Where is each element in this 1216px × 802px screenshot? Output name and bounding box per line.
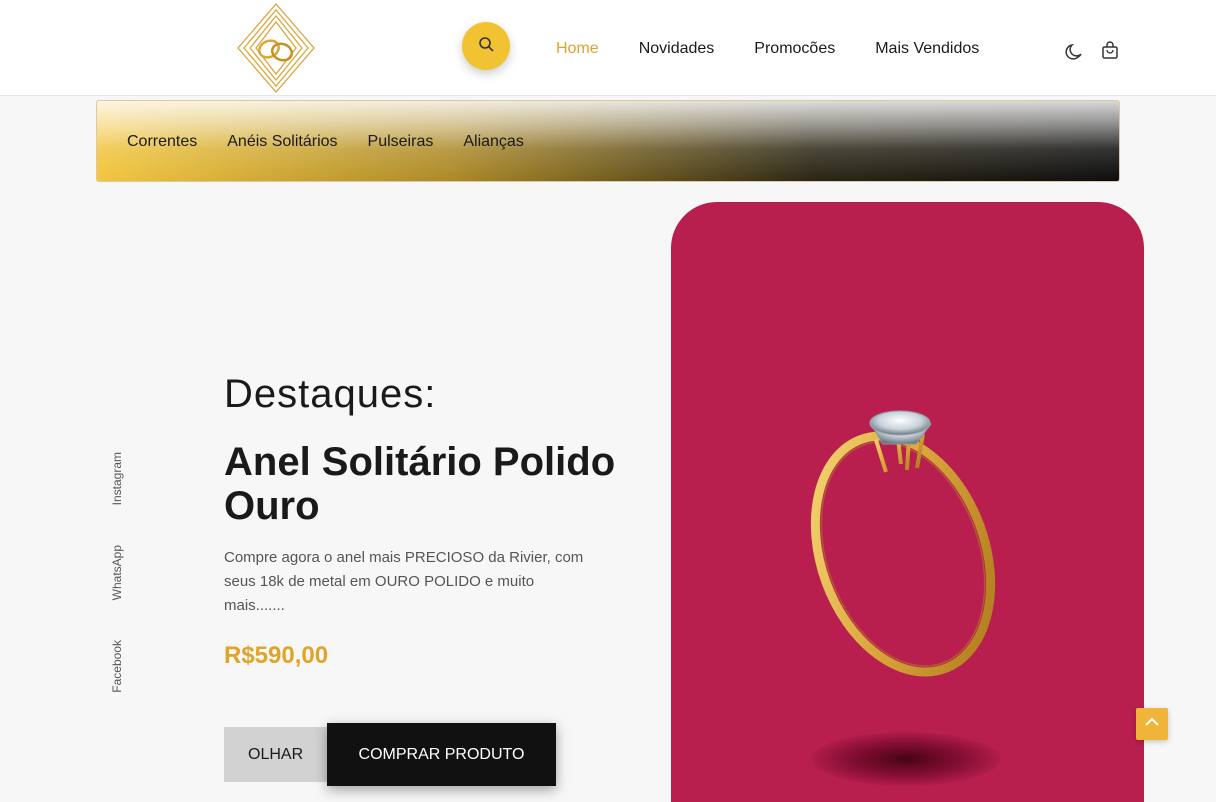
view-button[interactable]: OLHAR [224,727,344,782]
section-title: Destaques: [224,372,437,416]
cart-button[interactable] [1098,40,1122,64]
social-link-whatsapp[interactable]: WhatsApp [110,545,136,600]
site-header: Home Novidades Promocões Mais Vendidos [0,0,1216,96]
nav-home[interactable]: Home [556,40,599,58]
product-title: Anel Solitário Polido Ouro [224,440,616,528]
ring-image [810,410,996,677]
scroll-to-top-button[interactable] [1136,708,1168,740]
social-link-instagram[interactable]: Instagram [110,452,136,505]
search-button[interactable] [462,22,510,70]
category-bar: Correntes Anéis Solitários Pulseiras Ali… [96,100,1120,182]
chevron-up-icon [1144,714,1160,735]
dark-mode-toggle[interactable] [1062,42,1086,66]
product-description: Compre agora o anel mais PRECIOSO da Riv… [224,549,584,614]
search-icon [478,36,494,57]
nav-novidades[interactable]: Novidades [639,40,715,58]
category-aneis-solitarios[interactable]: Anéis Solitários [227,133,337,151]
category-aliancas[interactable]: Alianças [463,133,523,151]
nav-mais-vendidos[interactable]: Mais Vendidos [875,40,979,58]
moon-icon [1064,42,1084,67]
ring-shadow [811,732,1001,786]
social-link-facebook[interactable]: Facebook [110,640,136,693]
product-hero-card [671,202,1144,802]
main-nav: Home Novidades Promocões Mais Vendidos [556,40,979,58]
category-correntes[interactable]: Correntes [127,133,197,151]
brand-logo[interactable] [236,2,316,94]
category-pulseiras[interactable]: Pulseiras [368,133,434,151]
shopping-bag-icon [1100,40,1120,65]
product-price: R$590,00 [224,642,329,669]
nav-promocoes[interactable]: Promocões [754,40,835,58]
buy-product-button[interactable]: COMPRAR PRODUTO [327,723,556,786]
